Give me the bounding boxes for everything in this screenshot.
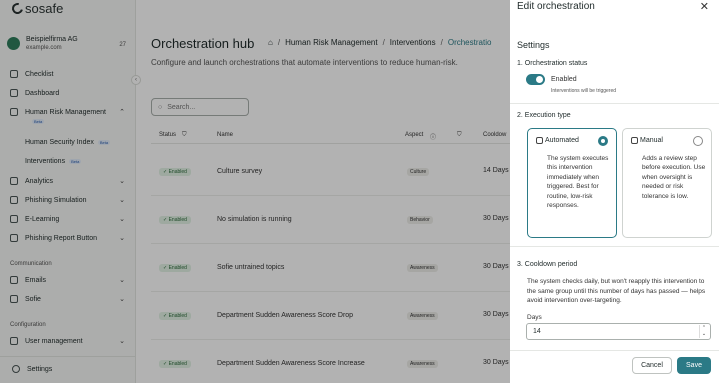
execution-option-manual[interactable]: Manual Adds a review step before executi… <box>622 128 712 238</box>
option-title: Automated <box>545 137 579 144</box>
panel-title: Edit orchestration <box>517 1 595 12</box>
panel-header: Edit orchestration ✕ <box>510 0 719 16</box>
radio-selected[interactable] <box>598 136 608 146</box>
toggle-knob <box>536 76 543 83</box>
option-description: The system executes this intervention im… <box>547 155 609 210</box>
execution-heading: 2. Execution type <box>517 112 571 119</box>
panel-footer: Cancel Save <box>510 350 719 383</box>
days-label: Days <box>527 314 542 321</box>
days-value: 14 <box>533 328 541 335</box>
divider <box>510 246 719 247</box>
cooldown-heading: 3. Cooldown period <box>517 261 578 268</box>
radio-unselected[interactable] <box>693 136 703 146</box>
status-hint: Interventions will be triggered <box>551 88 617 94</box>
cooldown-description: The system checks daily, but won't reapp… <box>527 278 706 305</box>
automation-icon <box>536 137 543 144</box>
divider <box>510 103 719 104</box>
stepper-arrows-icon[interactable]: ⌃ ⌄ <box>699 325 708 338</box>
status-toggle[interactable] <box>526 74 545 85</box>
save-button[interactable]: Save <box>677 357 711 374</box>
modal-backdrop[interactable] <box>0 0 510 383</box>
status-heading: 1. Orchestration status <box>517 60 588 67</box>
edit-orchestration-panel: Edit orchestration ✕ Settings 1. Orchest… <box>510 0 719 383</box>
cancel-button[interactable]: Cancel <box>632 357 672 374</box>
option-description: Adds a review step before execution. Use… <box>642 155 706 200</box>
execution-option-automated[interactable]: Automated The system executes this inter… <box>527 128 617 238</box>
days-stepper[interactable]: 14 ⌃ ⌄ <box>526 323 711 340</box>
settings-heading: Settings <box>517 40 550 50</box>
close-icon[interactable]: ✕ <box>700 0 709 13</box>
option-title: Manual <box>640 137 663 144</box>
hand-icon <box>631 137 638 144</box>
status-label: Enabled <box>551 76 577 83</box>
panel-body[interactable]: Settings 1. Orchestration status Enabled… <box>510 24 719 350</box>
